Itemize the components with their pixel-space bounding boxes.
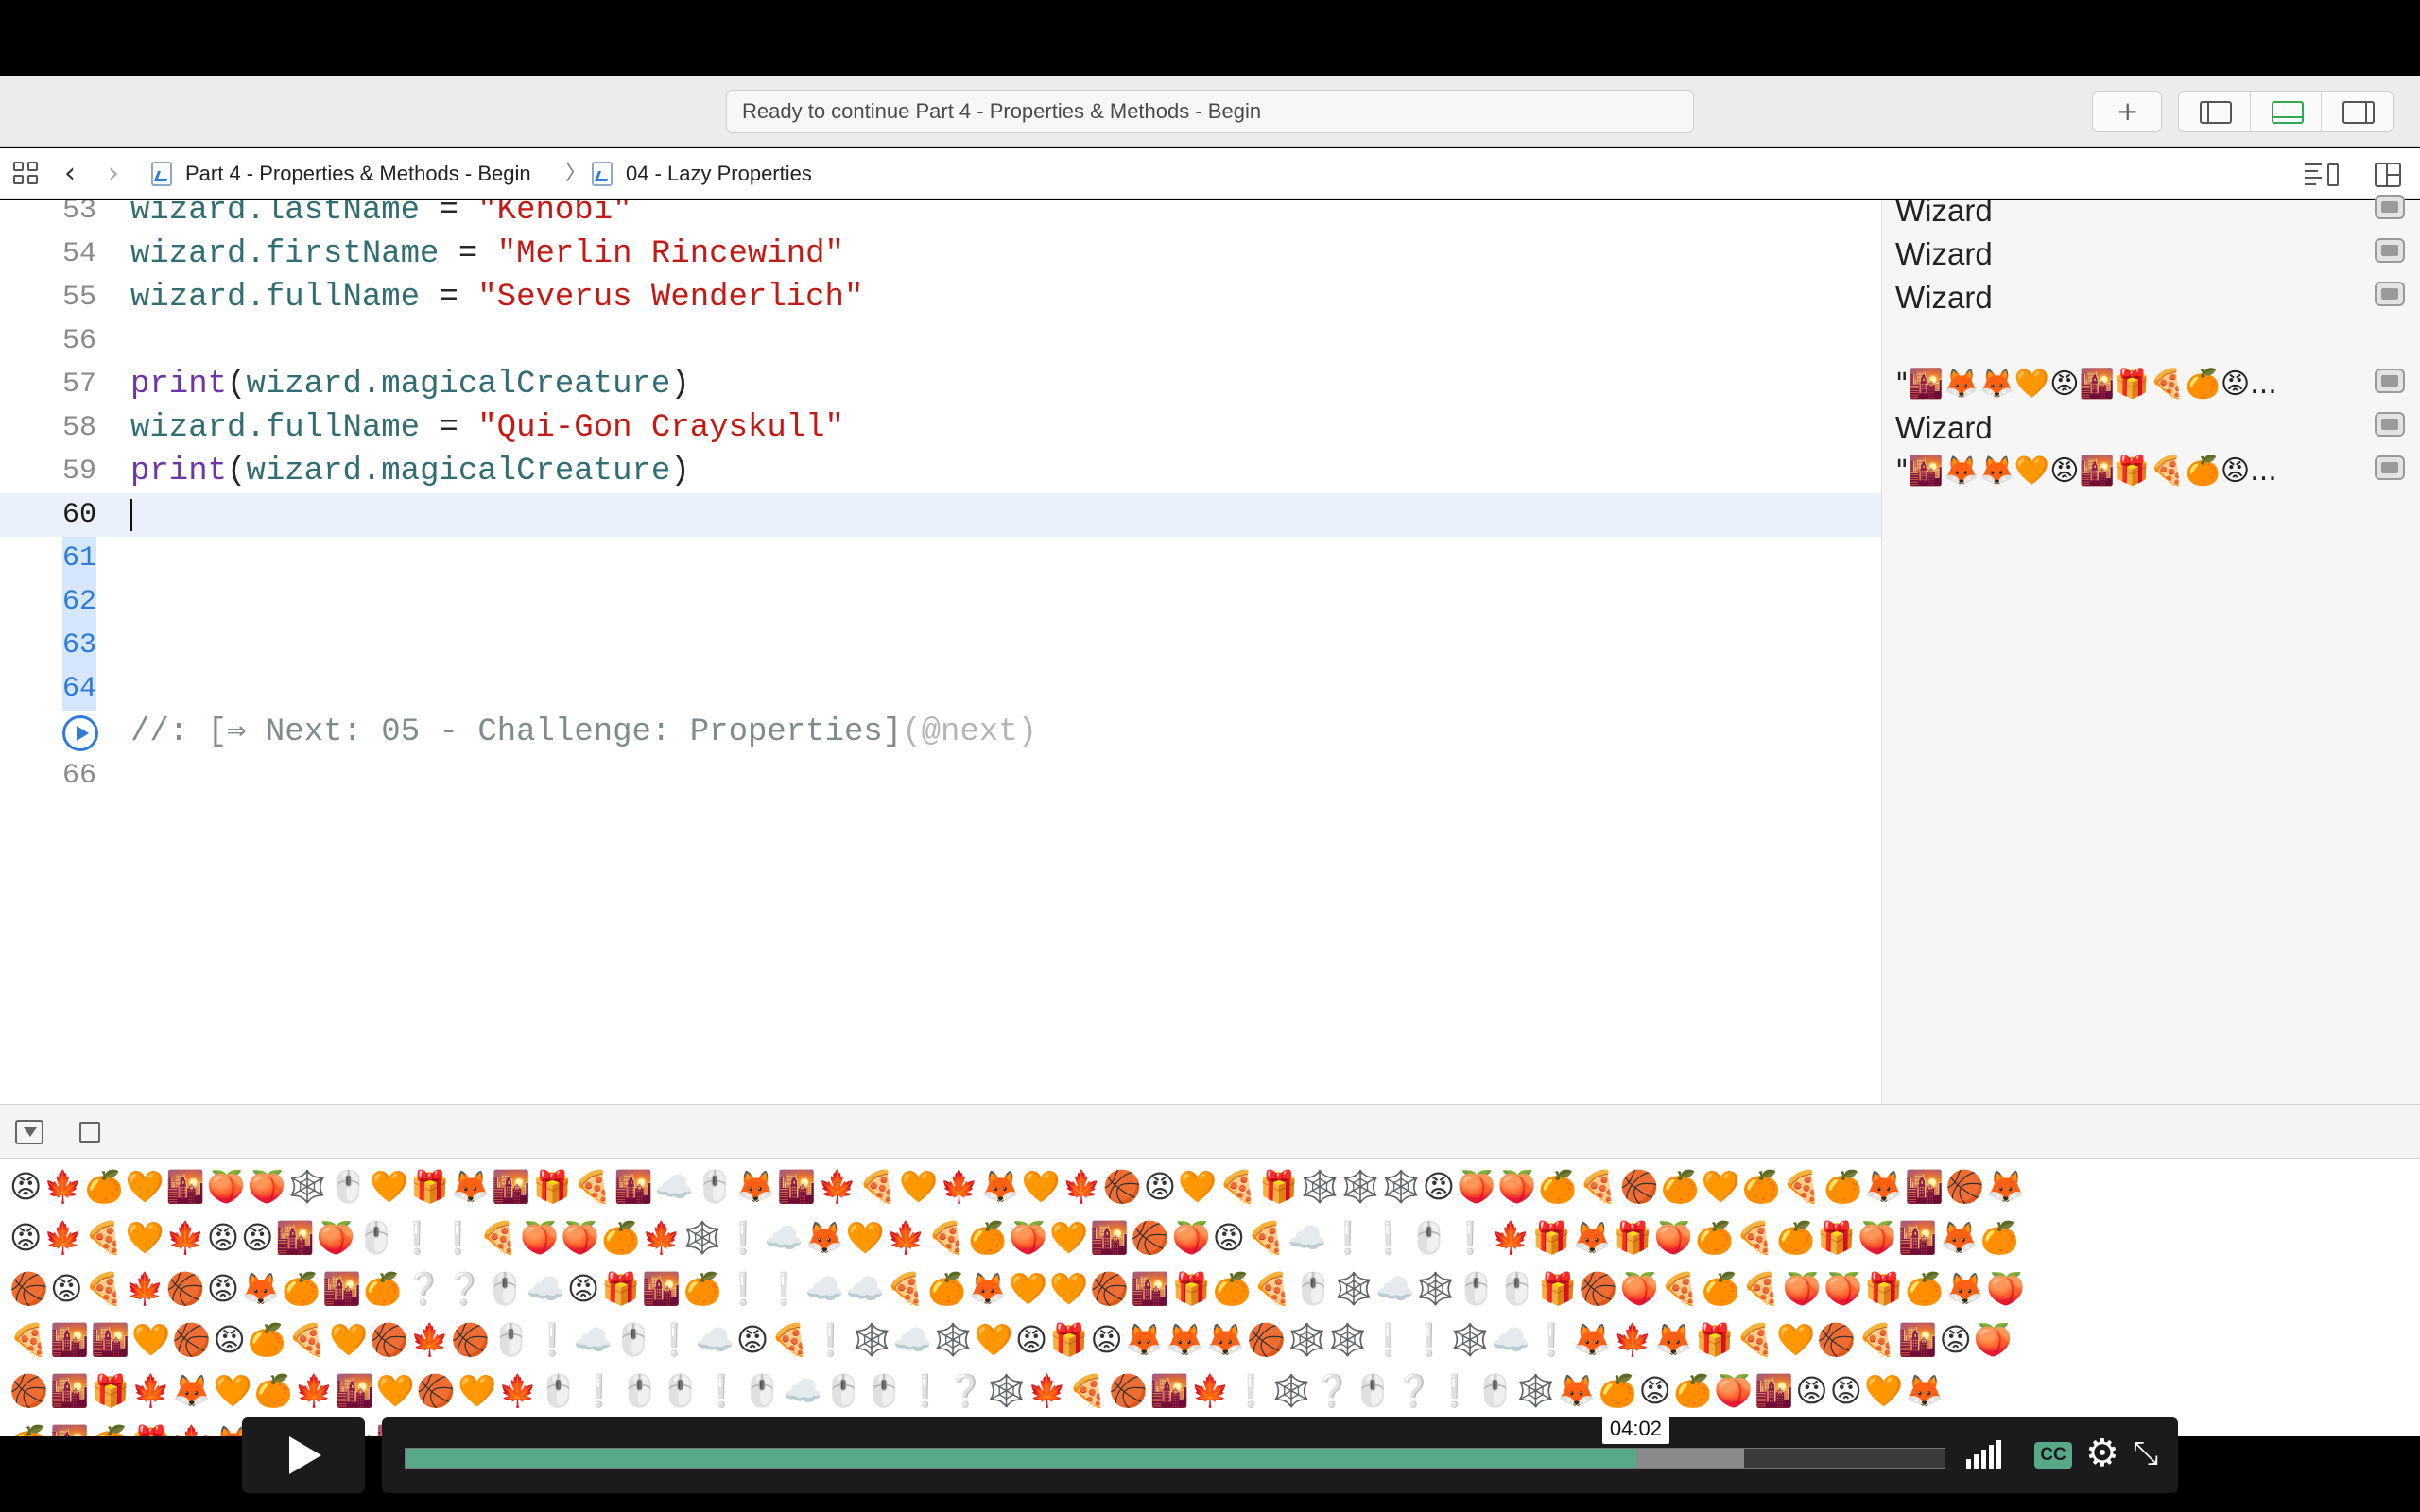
console-line: 🏀😡🍕🍁🏀😡🦊🍊🌇🍊❔❔🖱️☁️😡🎁🌇🍊❕❕☁️☁️🍕🍊🦊🧡🧡🏀🌇🎁🍊🍕🖱️🕸️…	[9, 1270, 2028, 1307]
console-output[interactable]: 😡🍁🍊🧡🌇🍑🍑🕸️🖱️🧡🎁🦊🌇🎁🍕🌇☁️🖱️🦊🌇🍁🍕🧡🍁🦊🧡🍁🏀😡🧡🍕🎁🕸️🕸️…	[0, 1159, 2420, 1436]
line-number: 56	[61, 325, 96, 357]
code-text: print(wizard.magicalCreature)	[130, 367, 690, 403]
code-text: wizard.firstName = "Merlin Rincewind"	[130, 236, 844, 272]
code-text: //: [⇒ Next: 05 - Challenge: Properties]…	[130, 714, 1038, 750]
results-sidebar: Wizard Wizard Wizard "🌇🦊🦊🧡😡🌇🎁🍕🍊😡... Wiza…	[1881, 200, 2420, 1104]
text-cursor	[130, 499, 132, 531]
line-number: 55	[61, 282, 96, 314]
run-to-line-number[interactable]: 63	[62, 624, 96, 667]
run-to-line-number[interactable]: 61	[62, 537, 96, 580]
code-line[interactable]: 61	[0, 537, 1881, 580]
play-button[interactable]	[242, 1418, 365, 1493]
run-play-icon[interactable]	[62, 715, 98, 751]
quick-look-icon[interactable]	[2375, 412, 2405, 437]
code-line[interactable]: 66	[0, 754, 1881, 798]
playground-file-icon	[151, 162, 172, 186]
panel-toggle-group	[2178, 91, 2394, 132]
toggle-inspector-button[interactable]	[2322, 92, 2393, 131]
debug-pane-icon	[2271, 101, 2304, 124]
code-line[interactable]: 54 wizard.firstName = "Merlin Rincewind"	[0, 232, 1881, 276]
plus-icon: +	[2117, 95, 2139, 127]
line-number: 60	[61, 499, 96, 531]
breadcrumb-page[interactable]: 04 - Lazy Properties	[626, 148, 812, 199]
result-item: Wizard	[1895, 280, 1993, 315]
run-to-line-number[interactable]: 62	[62, 580, 96, 624]
result-item: Wizard	[1895, 410, 1993, 445]
code-line[interactable]: 59 print(wizard.magicalCreature)	[0, 450, 1881, 493]
code-line[interactable]: 55 wizard.fullName = "Severus Wenderlich…	[0, 276, 1881, 319]
toggle-debug-area-button[interactable]	[2251, 92, 2323, 131]
app-window: Ready to continue Part 4 - Properties & …	[0, 0, 2420, 1512]
line-number: 59	[61, 455, 96, 488]
code-line[interactable]: 56	[0, 319, 1881, 363]
line-number: 58	[61, 412, 96, 444]
breadcrumb-separator: 〉	[565, 162, 587, 185]
hide-debug-area-icon[interactable]	[15, 1120, 43, 1144]
breadcrumb-playground[interactable]: Part 4 - Properties & Methods - Begin	[185, 148, 531, 199]
captions-icon[interactable]: CC	[2034, 1442, 2072, 1469]
progress-track[interactable]	[405, 1448, 1945, 1469]
code-text: wizard.lastName = "Kenobi"	[130, 200, 632, 229]
fullscreen-icon[interactable]: ⤡	[2133, 1436, 2158, 1470]
result-item: Wizard	[1895, 200, 1993, 228]
video-player-controls: 04:02 CC ⚙ ⤡	[0, 1414, 2420, 1512]
code-line[interactable]: 62	[0, 580, 1881, 624]
line-number: 53	[61, 200, 96, 227]
inspector-pane-icon	[2342, 101, 2376, 124]
current-code-line[interactable]: 60	[0, 493, 1881, 537]
code-line[interactable]: 53 wizard.lastName = "Kenobi"	[0, 200, 1881, 232]
quick-look-icon[interactable]	[2375, 238, 2405, 263]
played-bar	[406, 1449, 1637, 1468]
jump-bar: ‹ › Part 4 - Properties & Methods - Begi…	[0, 148, 2420, 199]
run-to-line-number[interactable]: 64	[62, 667, 96, 711]
time-tooltip: 04:02	[1601, 1414, 1669, 1444]
volume-icon[interactable]	[1966, 1440, 2008, 1469]
line-number: 66	[61, 760, 96, 792]
code-line[interactable]: 58 wizard.fullName = "Qui-Gon Crayskull"	[0, 406, 1881, 450]
add-editor-icon[interactable]	[2375, 163, 2401, 187]
console-line: 🏀🌇🎁🍁🦊🧡🍊🍁🌇🧡🏀🧡🍁🖱️❕🖱️🖱️❕🖱️☁️🖱️🖱️❕❔🕸️🍁🍕🏀🌇🍁❕🕸…	[9, 1372, 1946, 1409]
settings-gear-icon[interactable]: ⚙	[2085, 1435, 2119, 1472]
related-items-grid-icon[interactable]	[13, 162, 40, 186]
code-text: wizard.fullName = "Qui-Gon Crayskull"	[130, 410, 844, 446]
result-item: Wizard	[1895, 236, 1993, 271]
toggle-navigator-button[interactable]	[2179, 92, 2251, 131]
quick-look-icon[interactable]	[2375, 369, 2405, 393]
code-line[interactable]: //: [⇒ Next: 05 - Challenge: Properties]…	[0, 711, 1881, 754]
result-item: "🌇🦊🦊🧡😡🌇🎁🍕🍊😡...	[1895, 455, 2277, 488]
window-toolbar: Ready to continue Part 4 - Properties & …	[0, 76, 2420, 147]
line-number: 57	[61, 369, 96, 401]
code-line[interactable]: 64	[0, 667, 1881, 711]
console-line: 🍕🌇🌇🧡🏀😡🍊🍕🧡🏀🍁🏀🖱️❕☁️🖱️❕☁️😡🍕❕🕸️☁️🕸️🧡😡🎁😡🦊🦊🦊🏀🕸…	[9, 1321, 2015, 1358]
debug-bar	[0, 1104, 2420, 1159]
activity-status-bar: Ready to continue Part 4 - Properties & …	[726, 90, 1694, 133]
library-add-button[interactable]: +	[2092, 91, 2162, 132]
page-file-icon	[592, 162, 613, 186]
navigator-pane-icon	[2200, 101, 2232, 124]
code-editor[interactable]: 53 wizard.lastName = "Kenobi" 54 wizard.…	[0, 200, 1881, 1104]
quick-look-icon[interactable]	[2375, 282, 2405, 306]
console-toggle-icon[interactable]	[79, 1122, 100, 1143]
quick-look-icon[interactable]	[2375, 195, 2405, 219]
quick-look-icon[interactable]	[2375, 455, 2405, 480]
console-line: 😡🍁🍕🧡🍁😡😡🌇🍑🖱️❕❕🍕🍑🍑🍊🍁🕸️❕☁️🦊🧡🍁🍕🍊🍑🧡🌇🏀🍑😡🍕☁️❕❕🖱…	[9, 1219, 2021, 1256]
code-text: print(wizard.magicalCreature)	[130, 454, 690, 490]
console-line: 😡🍁🍊🧡🌇🍑🍑🕸️🖱️🧡🎁🦊🌇🎁🍕🌇☁️🖱️🦊🌇🍁🍕🧡🍁🦊🧡🍁🏀😡🧡🍕🎁🕸️🕸️…	[9, 1168, 2028, 1205]
code-line[interactable]: 63	[0, 624, 1881, 667]
line-number: 54	[61, 238, 96, 270]
adjust-editor-options-icon[interactable]	[2305, 163, 2339, 186]
forward-chevron-icon[interactable]: ›	[108, 148, 119, 199]
result-item: "🌇🦊🦊🧡😡🌇🎁🍕🍊😡...	[1895, 368, 2277, 401]
code-line[interactable]: 57 print(wizard.magicalCreature)	[0, 363, 1881, 406]
back-chevron-icon[interactable]: ‹	[64, 148, 76, 199]
code-text: wizard.fullName = "Severus Wenderlich"	[130, 280, 864, 316]
